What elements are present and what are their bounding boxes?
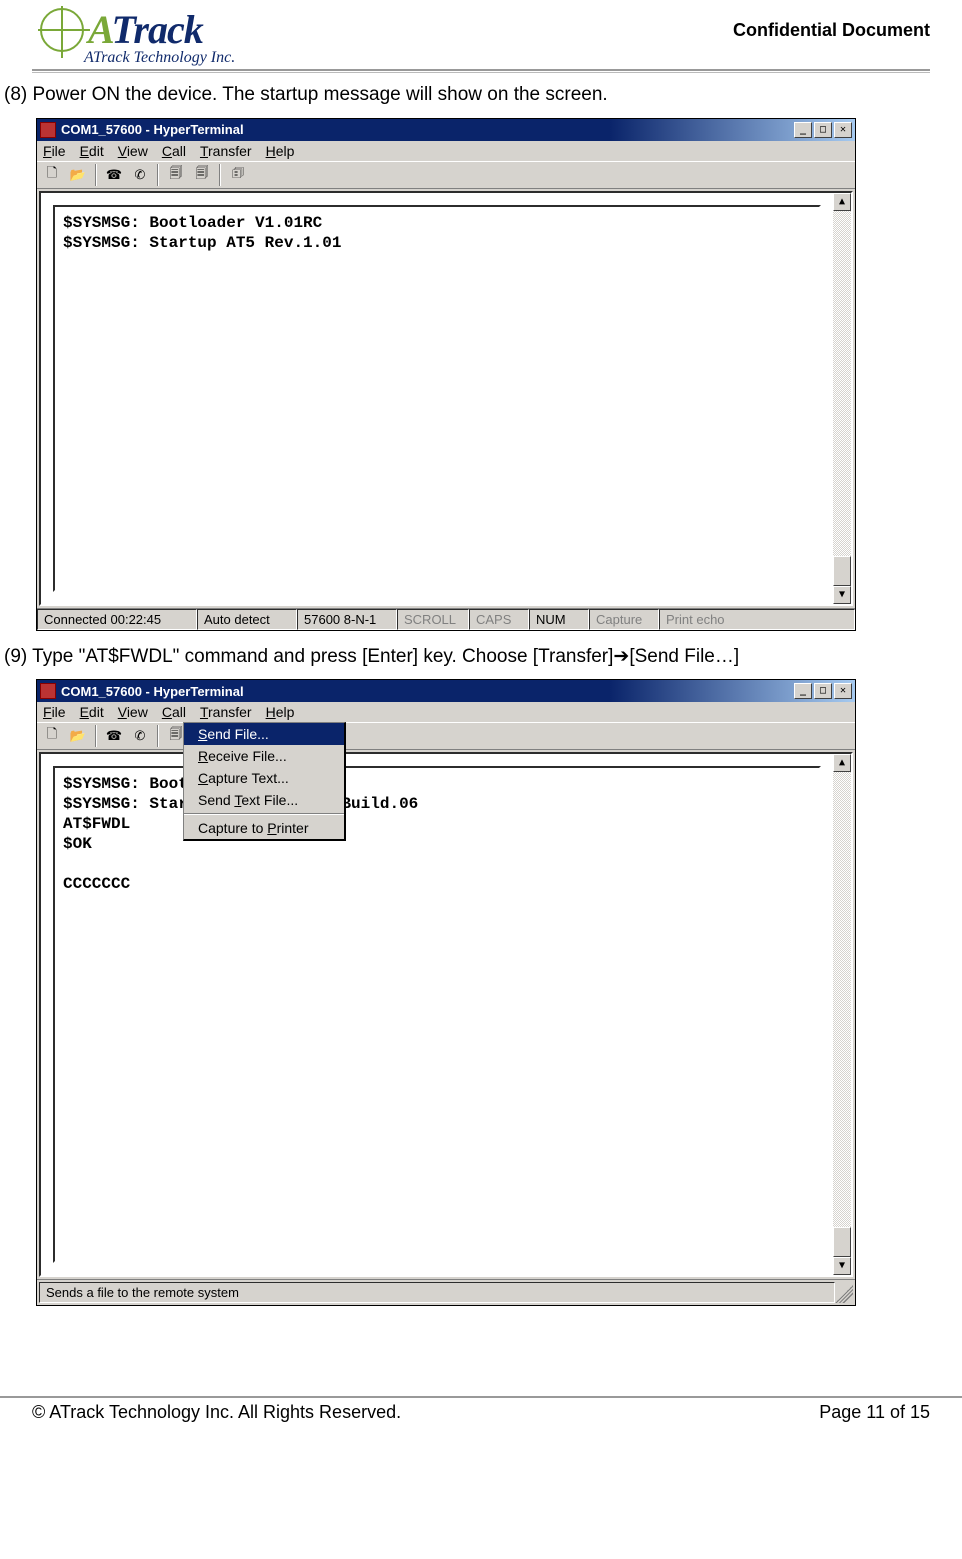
disconnect-icon[interactable]: ✆ [129, 725, 151, 747]
footer-right: Page 11 of 15 [819, 1402, 930, 1423]
transfer-dropdown-menu: Send File... Receive File... Capture Tex… [183, 722, 346, 841]
menu-send-file[interactable]: Send File... [184, 723, 344, 745]
menu-call[interactable]: Call [162, 704, 186, 720]
right-arrow-icon: ➔ [613, 646, 629, 667]
status-message: Sends a file to the remote system [39, 1282, 835, 1303]
status-scroll: SCROLL [397, 609, 469, 630]
terminal-client-area: $SYSMSG: Bootl $SYSMSG: Start Build.06 A… [39, 752, 853, 1277]
menu-help[interactable]: Help [266, 704, 295, 720]
disconnect-icon[interactable]: ✆ [129, 164, 151, 186]
separator [95, 164, 97, 186]
scroll-down-icon[interactable]: ▼ [833, 586, 851, 604]
separator [95, 725, 97, 747]
hyperterminal-window-1: COM1_57600 - HyperTerminal _ □ ✕ File Ed… [36, 118, 856, 631]
menubar: File Edit View Call Transfer Help [37, 702, 855, 722]
vertical-scrollbar[interactable]: ▲ ▼ [833, 754, 851, 1275]
menu-view[interactable]: View [118, 143, 148, 159]
close-button[interactable]: ✕ [834, 683, 852, 699]
separator [157, 164, 159, 186]
footer-left: © ATrack Technology Inc. All Rights Rese… [32, 1402, 401, 1423]
menu-file[interactable]: File [43, 143, 66, 159]
hyperterminal-icon [40, 122, 56, 138]
properties-icon[interactable]: 🗊 [227, 164, 249, 186]
instruction-8: (8) Power ON the device. The startup mes… [4, 83, 918, 108]
term-line: $OK [63, 835, 92, 853]
open-icon[interactable]: 📂 [67, 725, 89, 747]
menu-view[interactable]: View [118, 704, 148, 720]
menu-separator [184, 813, 344, 815]
maximize-button[interactable]: □ [814, 683, 832, 699]
titlebar[interactable]: COM1_57600 - HyperTerminal _ □ ✕ [37, 680, 855, 702]
logo-block: ATrack ATrack Technology Inc. [40, 6, 235, 67]
term-line: $SYSMSG: Startup AT5 Rev.1.01 [63, 234, 341, 252]
new-icon[interactable]: 🗋 [41, 164, 63, 186]
separator [157, 725, 159, 747]
window-title: COM1_57600 - HyperTerminal [61, 122, 794, 137]
term-line: CCCCCCC [63, 875, 130, 893]
hyperterminal-icon [40, 683, 56, 699]
connect-icon[interactable]: ☎ [103, 164, 125, 186]
menu-capture-to-printer[interactable]: Capture to Printer [184, 817, 344, 839]
menu-edit[interactable]: Edit [80, 143, 104, 159]
scroll-down-icon[interactable]: ▼ [833, 1257, 851, 1275]
menu-file[interactable]: File [43, 704, 66, 720]
window-title: COM1_57600 - HyperTerminal [61, 684, 794, 699]
term-line: $SYSMSG: Bootloader V1.01RC [63, 214, 322, 232]
term-line: $SYSMSG: Start [63, 795, 197, 813]
minimize-button[interactable]: _ [794, 683, 812, 699]
term-line: Build.06 [341, 795, 418, 813]
vertical-scrollbar[interactable]: ▲ ▼ [833, 193, 851, 604]
separator [219, 164, 221, 186]
logo-subtitle: ATrack Technology Inc. [84, 49, 235, 67]
menu-capture-text[interactable]: Capture Text... [184, 767, 344, 789]
maximize-button[interactable]: □ [814, 122, 832, 138]
page-footer: © ATrack Technology Inc. All Rights Rese… [0, 1396, 962, 1443]
status-baud: 57600 8-N-1 [297, 609, 397, 630]
close-button[interactable]: ✕ [834, 122, 852, 138]
minimize-button[interactable]: _ [794, 122, 812, 138]
scroll-thumb[interactable] [833, 556, 851, 586]
logo-crosshair-icon [40, 8, 84, 52]
terminal-output[interactable]: $SYSMSG: Bootl $SYSMSG: Start Build.06 A… [53, 766, 821, 1263]
scroll-up-icon[interactable]: ▲ [833, 754, 851, 772]
toolbar: 🗋 📂 ☎ ✆ 🗐 🗐 🗊 [37, 161, 855, 189]
receive-icon[interactable]: 🗐 [191, 164, 213, 186]
menu-transfer[interactable]: Transfer [200, 704, 252, 720]
statusbar: Connected 00:22:45 Auto detect 57600 8-N… [37, 608, 855, 630]
status-caps: CAPS [469, 609, 529, 630]
connect-icon[interactable]: ☎ [103, 725, 125, 747]
menubar: File Edit View Call Transfer Help [37, 141, 855, 161]
status-capture: Capture [589, 609, 659, 630]
page-header: ATrack ATrack Technology Inc. Confidenti… [0, 0, 962, 67]
scroll-track[interactable] [833, 211, 851, 586]
menu-edit[interactable]: Edit [80, 704, 104, 720]
status-num: NUM [529, 609, 589, 630]
open-icon[interactable]: 📂 [67, 164, 89, 186]
scroll-track[interactable] [833, 772, 851, 1257]
scroll-up-icon[interactable]: ▲ [833, 193, 851, 211]
status-echo: Print echo [659, 609, 855, 630]
toolbar: 🗋 📂 ☎ ✆ 🗐 [37, 722, 855, 750]
instruction-9: (9) Type "AT$FWDL" command and press [En… [4, 645, 918, 670]
new-icon[interactable]: 🗋 [41, 725, 63, 747]
status-autodetect: Auto detect [197, 609, 297, 630]
logo-text: ATrack [88, 6, 203, 53]
resize-grip-icon[interactable] [835, 1285, 853, 1303]
status-connected: Connected 00:22:45 [37, 609, 197, 630]
scroll-thumb[interactable] [833, 1227, 851, 1257]
menu-transfer[interactable]: Transfer [200, 143, 252, 159]
hyperterminal-window-2: COM1_57600 - HyperTerminal _ □ ✕ File Ed… [36, 679, 856, 1306]
send-icon[interactable]: 🗐 [165, 164, 187, 186]
term-line: $SYSMSG: Bootl [63, 775, 197, 793]
menu-help[interactable]: Help [266, 143, 295, 159]
terminal-output[interactable]: $SYSMSG: Bootloader V1.01RC $SYSMSG: Sta… [53, 205, 821, 592]
confidential-label: Confidential Document [733, 20, 930, 41]
menu-send-text-file[interactable]: Send Text File... [184, 789, 344, 811]
statusbar: Sends a file to the remote system [37, 1279, 855, 1305]
term-line: AT$FWDL [63, 815, 130, 833]
titlebar[interactable]: COM1_57600 - HyperTerminal _ □ ✕ [37, 119, 855, 141]
menu-call[interactable]: Call [162, 143, 186, 159]
menu-receive-file[interactable]: Receive File... [184, 745, 344, 767]
terminal-client-area: $SYSMSG: Bootloader V1.01RC $SYSMSG: Sta… [39, 191, 853, 606]
